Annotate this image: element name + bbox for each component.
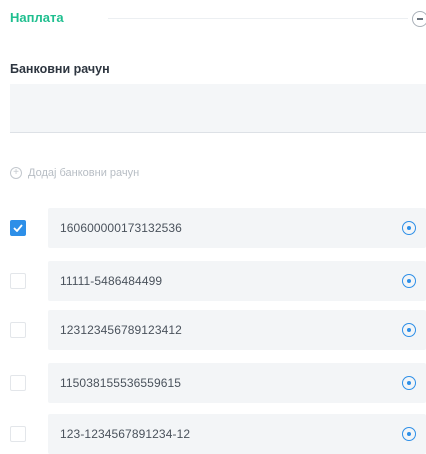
account-number: 11111-5486484499 <box>60 274 163 288</box>
account-number: 115038155536559615 <box>60 376 182 390</box>
section-divider <box>108 18 408 19</box>
account-number: 160600000173132536 <box>60 221 182 235</box>
account-checkbox[interactable] <box>10 426 26 442</box>
account-row: 11111-5486484499 <box>10 261 426 301</box>
account-checkbox[interactable] <box>10 220 26 236</box>
account-row: 115038155536559615 <box>10 363 426 403</box>
account-number: 123123456789123412 <box>60 323 182 337</box>
account-checkbox[interactable] <box>10 375 26 391</box>
plus-circle-icon: + <box>10 167 22 179</box>
account-item[interactable]: 160600000173132536 <box>48 208 426 248</box>
collapse-icon[interactable] <box>412 11 426 27</box>
account-row: 160600000173132536 <box>10 208 426 248</box>
account-checkbox[interactable] <box>10 273 26 289</box>
account-row: 123-1234567891234-12 <box>10 414 426 454</box>
bank-account-field[interactable] <box>10 84 426 133</box>
account-item[interactable]: 11111-5486484499 <box>48 261 426 301</box>
add-bank-account-label: Додај банковни рачун <box>28 167 140 179</box>
circle-dot-icon[interactable] <box>402 221 416 235</box>
account-checkbox[interactable] <box>10 322 26 338</box>
account-item[interactable]: 123123456789123412 <box>48 310 426 350</box>
section-title: Наплата <box>10 10 64 25</box>
account-number: 123-1234567891234-12 <box>60 427 191 441</box>
circle-dot-icon[interactable] <box>402 274 416 288</box>
section-header: Наплата <box>10 10 426 27</box>
account-row: 123123456789123412 <box>10 310 426 350</box>
account-item[interactable]: 115038155536559615 <box>48 363 426 403</box>
checkmark-icon <box>13 224 23 232</box>
circle-dot-icon[interactable] <box>402 427 416 441</box>
circle-dot-icon[interactable] <box>402 376 416 390</box>
bank-account-label: Банковни рачун <box>10 62 110 76</box>
add-bank-account-link[interactable]: + Додај банковни рачун <box>10 164 139 182</box>
account-item[interactable]: 123-1234567891234-12 <box>48 414 426 454</box>
circle-dot-icon[interactable] <box>402 323 416 337</box>
